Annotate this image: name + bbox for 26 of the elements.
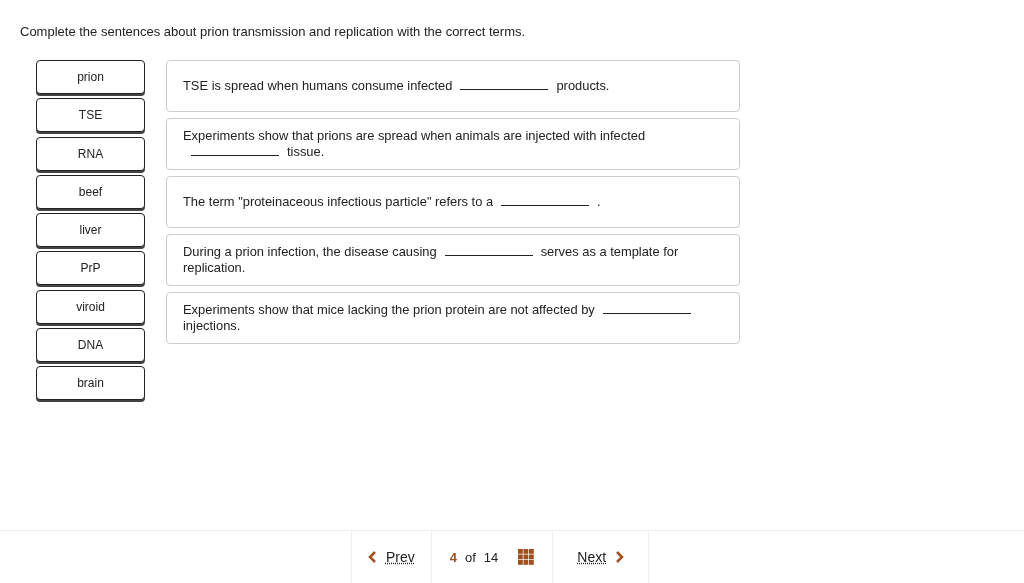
draggable-term[interactable]: TSE <box>36 98 145 133</box>
sentence-text: injections. <box>183 318 241 333</box>
draggable-term[interactable]: DNA <box>36 328 145 363</box>
draggable-term[interactable]: RNA <box>36 136 145 171</box>
sentence-text: replication. <box>183 260 246 275</box>
current-page: 4 <box>449 549 457 565</box>
sentence-text: Experiments show that prions are spread when animals are injected with infected <box>183 128 646 143</box>
sentence-text: tissue. <box>287 144 325 159</box>
sentence-text: Experiments show that mice lacking the prion protein are not affected by <box>183 302 595 317</box>
next-link[interactable]: Next <box>577 549 625 565</box>
page-of-text: of <box>464 549 476 565</box>
instruction-text: Complete the sentences about prion transmission and replication with the correct terms. <box>19 23 527 41</box>
sentence-text: serves as a template for <box>540 244 679 259</box>
sentence-text: The term "proteinaceous infectious particle" refers to a <box>183 194 494 209</box>
draggable-term[interactable]: prion <box>36 60 145 94</box>
total-pages: 14 <box>483 549 499 565</box>
sentence-text: TSE is spread when humans consume infected <box>183 78 453 93</box>
sentence-text: . <box>597 194 601 209</box>
draggable-term[interactable]: brain <box>36 366 145 401</box>
draggable-term[interactable]: beef <box>36 174 145 209</box>
draggable-term[interactable]: liver <box>36 213 145 248</box>
draggable-term[interactable]: viroid <box>36 289 145 324</box>
sentence-text: During a prion infection, the disease causing <box>183 244 437 259</box>
prev-link[interactable]: Prev <box>367 549 415 565</box>
sentence-text: products. <box>556 78 610 93</box>
draggable-term[interactable]: PrP <box>36 251 145 286</box>
